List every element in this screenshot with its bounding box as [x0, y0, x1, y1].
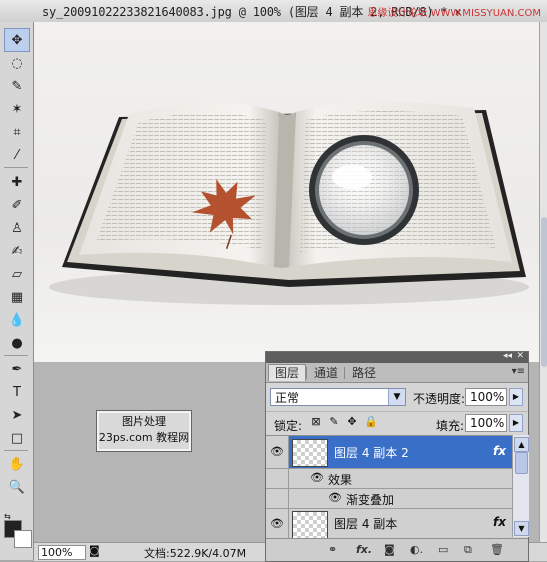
- layer-row[interactable]: 👁 图层 4 副本 fx: [266, 509, 512, 538]
- toolbar-divider: [4, 450, 28, 451]
- visibility-eye-icon[interactable]: 👁: [266, 509, 289, 538]
- site-logo: 图片处理 23ps.com 教程网: [96, 410, 192, 452]
- lock-row: 锁定: ⊠ ✎ ✥ 🔒 填充: 100% ▶: [266, 411, 528, 434]
- layers-panel: ◂◂ ✕ 图层 通道 路径 ▾≡ 正常 ▼ 不透明度: 100% ▶ 锁定: ⊠…: [265, 351, 529, 562]
- visibility-eye-icon-empty[interactable]: [266, 469, 289, 488]
- blend-mode-value: 正常: [275, 391, 300, 405]
- gradient-icon[interactable]: ▦: [5, 286, 29, 308]
- canvas-image[interactable]: [34, 22, 539, 362]
- healing-icon[interactable]: ✚: [5, 171, 29, 193]
- layers-bottom-bar: ⚭ fx. ◙ ◐. ▭ ⧉ 🗑: [266, 538, 528, 561]
- mask-icon[interactable]: ◙: [384, 543, 395, 556]
- zoom-icon[interactable]: 🔍: [5, 476, 29, 498]
- scroll-up-icon[interactable]: ▲: [514, 437, 529, 452]
- tab-paths[interactable]: 路径: [346, 365, 382, 381]
- tab-layers[interactable]: 图层: [268, 364, 307, 381]
- blend-mode-select[interactable]: 正常 ▼: [270, 388, 406, 406]
- hand-icon[interactable]: ✋: [5, 453, 29, 475]
- layer-name[interactable]: 图层 4 副本: [334, 515, 397, 532]
- opacity-field[interactable]: 100%: [465, 388, 507, 406]
- toolbar-divider: [4, 355, 28, 356]
- tab-divider: [344, 367, 345, 379]
- logo-line-2: 23ps.com 教程网: [98, 431, 190, 444]
- layer-row-selected[interactable]: 👁 图层 4 副本 2 fx: [266, 436, 512, 469]
- scrollbar-thumb[interactable]: [541, 217, 547, 367]
- logo-line-1: 图片处理: [122, 415, 166, 428]
- fill-label: 填充:: [436, 419, 465, 433]
- magnifying-glass-icon: [309, 135, 419, 245]
- shape-icon[interactable]: □: [5, 427, 29, 449]
- magic-wand-icon[interactable]: ✶: [5, 98, 29, 120]
- toolbar-divider: [4, 167, 28, 168]
- quick-select-icon[interactable]: ✎: [5, 75, 29, 97]
- gradient-overlay-row[interactable]: 👁 渐变叠加: [266, 489, 512, 509]
- lock-position-icon[interactable]: ✥: [346, 416, 358, 428]
- lock-label: 锁定:: [274, 419, 303, 433]
- panel-menu-icon[interactable]: ▾≡: [512, 366, 525, 377]
- panel-header-strip: ◂◂ ✕: [266, 351, 528, 363]
- fx-badge-icon[interactable]: fx: [493, 515, 506, 529]
- tools-panel: ✥ ◌ ✎ ✶ ⌗ ⁄ ✚ ✐ ♙ ✍ ▱ ▦ 💧 ● ✒ T ➤ □ ✋ 🔍 …: [0, 22, 34, 560]
- blur-icon[interactable]: 💧: [5, 309, 29, 331]
- pen-icon[interactable]: ✒: [5, 358, 29, 380]
- opacity-slider-button[interactable]: ▶: [509, 388, 523, 406]
- trash-icon[interactable]: 🗑: [490, 543, 504, 556]
- effects-eye-icon[interactable]: 👁: [310, 471, 324, 484]
- fx-badge-icon[interactable]: fx: [493, 444, 506, 458]
- effects-row[interactable]: 👁 效果: [266, 469, 512, 489]
- brush-icon[interactable]: ✐: [5, 194, 29, 216]
- zoom-level-field[interactable]: 100%: [38, 545, 86, 560]
- link-icon[interactable]: ⚭: [328, 543, 337, 556]
- type-icon[interactable]: T: [5, 381, 29, 403]
- layer-thumbnail: [292, 511, 328, 538]
- new-layer-icon[interactable]: ⧉: [464, 543, 472, 557]
- eyedropper-icon[interactable]: ⁄: [5, 144, 29, 166]
- collapse-icon[interactable]: ◂◂: [503, 351, 512, 361]
- scrollbar-thumb[interactable]: [515, 452, 528, 474]
- gradient-overlay-label: 渐变叠加: [346, 493, 395, 507]
- fx-icon[interactable]: fx.: [356, 543, 372, 556]
- watermark-text: 思缘设计论坛 WWW.MISSYUAN.COM: [367, 8, 541, 19]
- effects-label: 效果: [328, 473, 353, 487]
- lock-all-icon[interactable]: 🔒: [364, 416, 378, 428]
- open-book-image: [49, 101, 529, 305]
- fill-slider-button[interactable]: ▶: [509, 414, 523, 432]
- layer-thumbnail: [292, 439, 328, 467]
- layer-list: 👁 图层 4 副本 2 fx 👁 效果 👁 渐变叠加 👁 图层 4 副本 fx: [266, 435, 512, 538]
- vertical-scrollbar[interactable]: [539, 22, 547, 542]
- eraser-icon[interactable]: ▱: [5, 263, 29, 285]
- lock-pixels-icon[interactable]: ✎: [328, 416, 340, 428]
- tab-divider: [306, 367, 307, 379]
- dodge-icon[interactable]: ●: [5, 332, 29, 354]
- document-size-text: 文档:522.9K/4.07M: [144, 547, 247, 560]
- fill-field[interactable]: 100%: [465, 414, 507, 432]
- layer-name[interactable]: 图层 4 副本 2: [334, 444, 409, 461]
- close-panel-icon[interactable]: ✕: [516, 351, 524, 361]
- visibility-eye-icon[interactable]: 👁: [266, 436, 289, 468]
- adjustment-icon[interactable]: ◐.: [410, 543, 423, 556]
- scroll-down-icon[interactable]: ▼: [514, 521, 529, 536]
- visibility-eye-icon-empty[interactable]: [266, 489, 289, 508]
- layer-list-scrollbar[interactable]: ▲ ▼: [512, 435, 529, 537]
- tab-channels[interactable]: 通道: [308, 365, 344, 381]
- panel-tab-bar: 图层 通道 路径 ▾≡: [266, 363, 528, 383]
- history-brush-icon[interactable]: ✍: [5, 240, 29, 262]
- lock-transparency-icon[interactable]: ⊠: [310, 416, 322, 428]
- opacity-label: 不透明度:: [413, 392, 466, 406]
- group-icon[interactable]: ▭: [438, 543, 448, 556]
- lasso-icon[interactable]: ◌: [5, 52, 29, 74]
- background-color-swatch[interactable]: [14, 530, 32, 548]
- crop-icon[interactable]: ⌗: [5, 121, 29, 143]
- document-tab-bar: sy_20091022233821640083.jpg @ 100% (图层 4…: [0, 0, 547, 23]
- effect-eye-icon[interactable]: 👁: [328, 491, 342, 504]
- chevron-down-icon: ▼: [388, 389, 405, 405]
- path-select-icon[interactable]: ➤: [5, 404, 29, 426]
- move-icon[interactable]: ✥: [4, 28, 30, 52]
- stamp-icon[interactable]: ♙: [5, 217, 29, 239]
- status-menu-icon[interactable]: ◙: [89, 544, 100, 557]
